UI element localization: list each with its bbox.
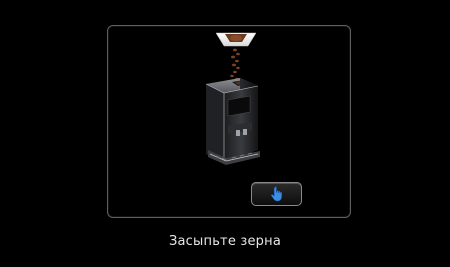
screen: Засыпьте зерна [0,0,450,267]
instruction-panel [107,25,351,218]
instruction-message: Засыпьте зерна [168,234,281,249]
hand-pointer-icon [270,186,282,202]
confirm-button[interactable] [251,182,302,206]
coffee-machine-bean-hopper-icon [205,32,260,165]
